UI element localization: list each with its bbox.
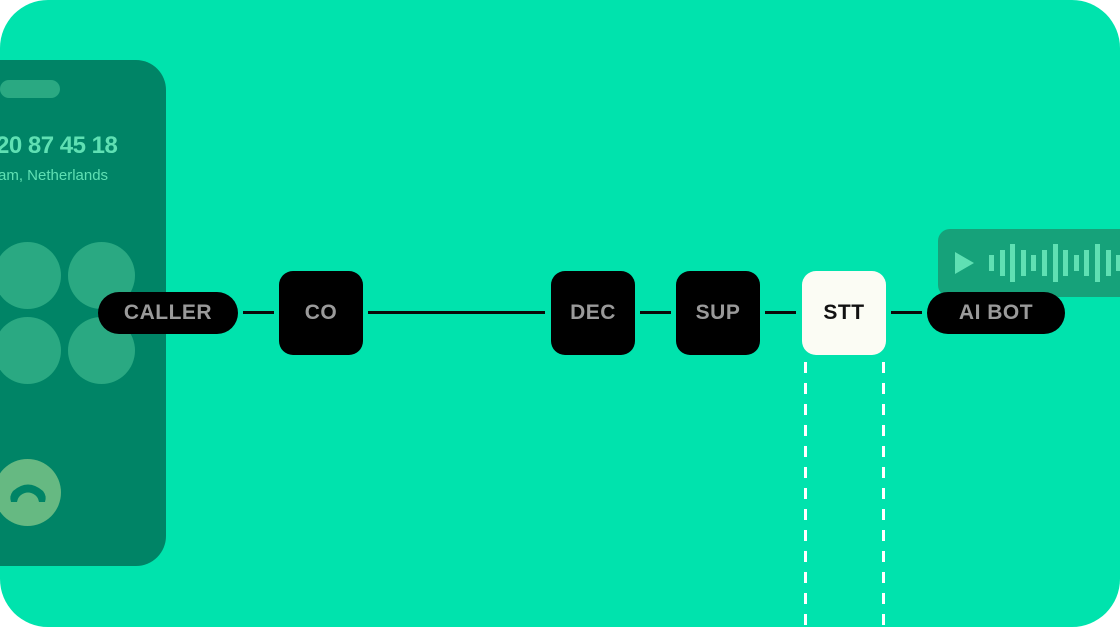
waveform-bar	[1000, 250, 1005, 276]
pipeline-node-sup[interactable]: SUP	[676, 271, 760, 355]
connector-line	[243, 311, 274, 314]
phone-number: 20 87 45 18	[0, 132, 118, 159]
waveform-bar	[1053, 244, 1058, 282]
pipeline-node-co[interactable]: CO	[279, 271, 363, 355]
phone-status-bar	[0, 80, 60, 98]
phone-hangup-icon	[9, 484, 46, 502]
connector-line	[368, 311, 545, 314]
connector-line	[765, 311, 796, 314]
dashed-line	[882, 362, 885, 627]
waveform-bar	[989, 255, 994, 271]
waveform-bar	[1116, 255, 1120, 271]
diagram-canvas: 20 87 45 18 am, Netherlands CALLER CO DE…	[0, 0, 1120, 627]
pipeline-node-dec[interactable]: DEC	[551, 271, 635, 355]
play-icon[interactable]	[955, 252, 974, 274]
waveform-bar	[1031, 255, 1036, 271]
waveform-bar	[1010, 244, 1015, 282]
waveform-bar	[1042, 250, 1047, 276]
connector-line	[891, 311, 922, 314]
caller-location: am, Netherlands	[0, 167, 109, 184]
waveform-bar	[1021, 250, 1026, 276]
caller-node[interactable]: CALLER	[98, 292, 238, 334]
waveform-bar	[1063, 250, 1068, 276]
pipeline-node-stt[interactable]: STT	[802, 271, 886, 355]
waveform-bar	[1084, 250, 1089, 276]
ai-bot-node[interactable]: AI BOT	[927, 292, 1065, 334]
waveform-bar	[1106, 250, 1111, 276]
waveform-bar	[1074, 255, 1079, 271]
dashed-line	[804, 362, 807, 627]
connector-line	[640, 311, 671, 314]
waveform-bar	[1095, 244, 1100, 282]
